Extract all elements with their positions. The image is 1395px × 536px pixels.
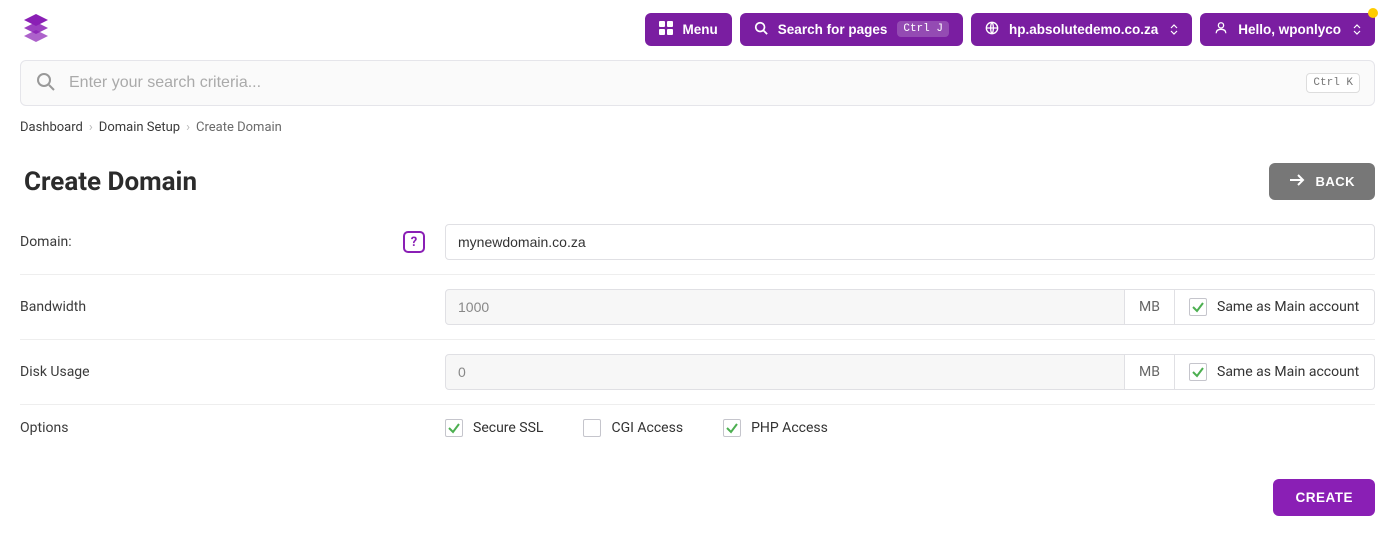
back-label: BACK bbox=[1315, 174, 1355, 189]
user-label: Hello, wponlyco bbox=[1238, 22, 1341, 37]
notification-dot bbox=[1368, 8, 1378, 18]
menu-button[interactable]: Menu bbox=[645, 13, 732, 46]
search-kbd: Ctrl K bbox=[1306, 73, 1360, 93]
help-icon[interactable]: ? bbox=[403, 231, 425, 253]
user-menu-button[interactable]: Hello, wponlyco bbox=[1200, 13, 1375, 46]
breadcrumb-item[interactable]: Dashboard bbox=[20, 120, 83, 135]
disk-input bbox=[445, 354, 1125, 390]
checkbox-icon bbox=[1189, 363, 1207, 381]
chevron-right-icon: › bbox=[89, 120, 93, 135]
domain-label: Domain: bbox=[20, 234, 72, 250]
page-title: Create Domain bbox=[24, 167, 197, 197]
chevron-right-icon: › bbox=[186, 120, 190, 135]
php-access-label: PHP Access bbox=[751, 420, 828, 436]
breadcrumb-item[interactable]: Domain Setup bbox=[99, 120, 180, 135]
disk-same-checkbox[interactable]: Same as Main account bbox=[1175, 354, 1375, 390]
checkbox-icon bbox=[1189, 298, 1207, 316]
disk-unit: MB bbox=[1125, 354, 1175, 390]
options-label: Options bbox=[20, 420, 68, 436]
disk-label: Disk Usage bbox=[20, 364, 90, 380]
menu-label: Menu bbox=[683, 22, 718, 37]
bandwidth-same-label: Same as Main account bbox=[1217, 299, 1359, 315]
breadcrumb-current: Create Domain bbox=[196, 120, 282, 135]
domain-input[interactable] bbox=[445, 224, 1375, 260]
chevrons-icon bbox=[1170, 24, 1178, 35]
domain-row: Domain: ? bbox=[20, 210, 1375, 275]
search-icon bbox=[754, 21, 768, 38]
disk-row: Disk Usage MB Same as Main account bbox=[20, 340, 1375, 405]
app-logo[interactable] bbox=[20, 12, 52, 46]
checkbox-icon bbox=[445, 419, 463, 437]
php-access-checkbox[interactable]: PHP Access bbox=[723, 419, 828, 437]
breadcrumb: Dashboard › Domain Setup › Create Domain bbox=[0, 110, 1395, 139]
search-icon bbox=[35, 71, 55, 95]
back-button[interactable]: BACK bbox=[1269, 163, 1375, 200]
bandwidth-input bbox=[445, 289, 1125, 325]
globe-icon bbox=[985, 21, 999, 38]
bandwidth-label: Bandwidth bbox=[20, 299, 86, 315]
bandwidth-same-checkbox[interactable]: Same as Main account bbox=[1175, 289, 1375, 325]
search-pages-kbd: Ctrl J bbox=[897, 21, 949, 37]
options-row: Options Secure SSL CGI Access bbox=[20, 405, 1375, 451]
chevrons-icon bbox=[1353, 24, 1361, 35]
site-selector-button[interactable]: hp.absolutedemo.co.za bbox=[971, 13, 1192, 46]
global-search[interactable]: Ctrl K bbox=[20, 60, 1375, 106]
checkbox-icon bbox=[583, 419, 601, 437]
create-button[interactable]: CREATE bbox=[1273, 479, 1375, 516]
search-input[interactable] bbox=[69, 74, 1306, 92]
user-icon bbox=[1214, 21, 1228, 38]
cgi-access-checkbox[interactable]: CGI Access bbox=[583, 419, 683, 437]
checkbox-icon bbox=[723, 419, 741, 437]
search-pages-label: Search for pages bbox=[778, 22, 888, 37]
search-pages-button[interactable]: Search for pages Ctrl J bbox=[740, 13, 963, 46]
grid-icon bbox=[659, 21, 673, 38]
cgi-access-label: CGI Access bbox=[611, 420, 683, 436]
bandwidth-row: Bandwidth MB Same as Main account bbox=[20, 275, 1375, 340]
secure-ssl-checkbox[interactable]: Secure SSL bbox=[445, 419, 543, 437]
secure-ssl-label: Secure SSL bbox=[473, 420, 543, 436]
arrow-forward-icon bbox=[1289, 173, 1305, 190]
site-label: hp.absolutedemo.co.za bbox=[1009, 22, 1158, 37]
disk-same-label: Same as Main account bbox=[1217, 364, 1359, 380]
bandwidth-unit: MB bbox=[1125, 289, 1175, 325]
